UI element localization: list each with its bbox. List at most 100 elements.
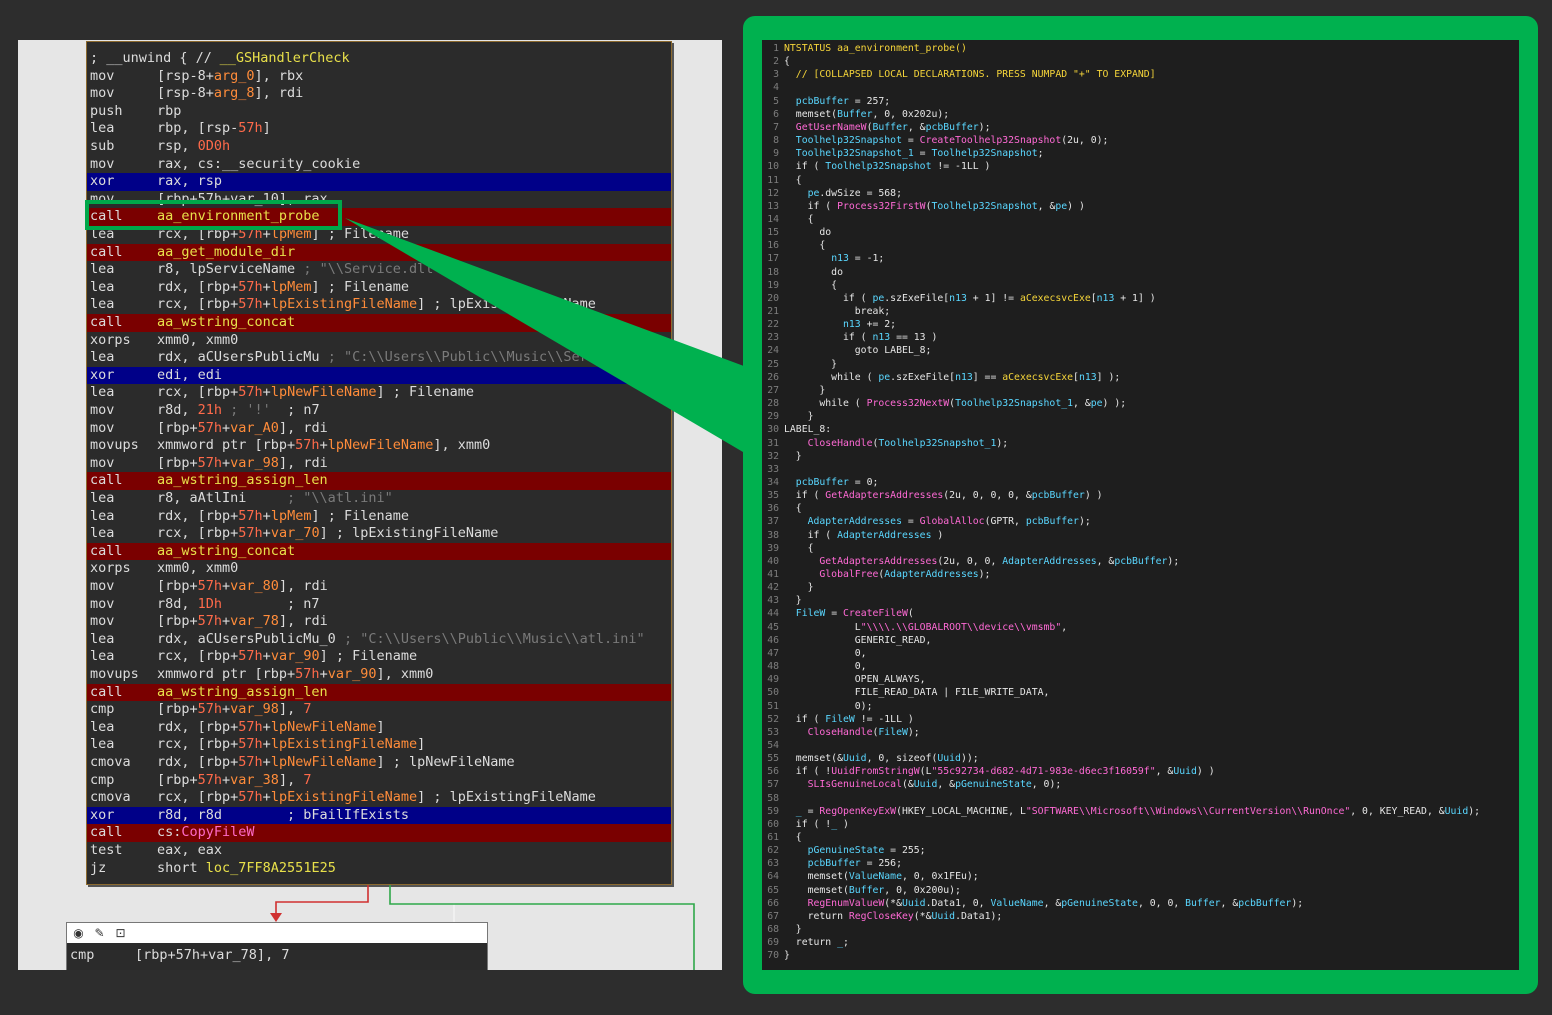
code-token: n13 [872,332,891,344]
code-token: ); [907,726,920,738]
code-text[interactable]: { [784,279,837,292]
code-text[interactable]: if ( pe.szExeFile[n13 + 1] != aCexecsvcE… [784,292,1156,305]
code-text[interactable]: return RegCloseKey(*&Uuid.Data1); [784,910,1003,923]
code-text[interactable]: while ( pe.szExeFile[n13] == aCexecsvcEx… [784,371,1120,384]
code-text[interactable]: FILE_READ_DATA | FILE_WRITE_DATA, [784,686,1050,699]
code-token: AdapterAddresses [1002,555,1097,567]
line-number: 30 [767,424,779,436]
pseudocode-view[interactable]: 1 NTSTATUS aa_environment_probe() 2 {3 // [… [762,40,1519,970]
line-number: 48 [767,661,779,673]
code-text[interactable]: pGenuineState = 255; [784,844,926,857]
code-token: ; [843,937,849,949]
code-text[interactable]: } [784,384,825,397]
code-text[interactable]: pcbBuffer = 257; [784,95,890,108]
code-text[interactable]: if ( !_ ) [784,818,849,831]
code-token: n13 [949,292,967,304]
code-text[interactable]: // [COLLAPSED LOCAL DECLARATIONS. PRESS … [784,68,1156,81]
line-number: 8 [773,135,779,147]
code-token: Uuid [901,897,926,909]
code-token: .Data1); [955,910,1003,922]
code-text[interactable]: OPEN_ALWAYS, [784,673,926,686]
code-text[interactable]: LABEL_8: [784,423,831,436]
code-text[interactable]: if ( AdapterAddresses ) [784,529,944,542]
code-text[interactable]: if ( n13 == 13 ) [784,331,937,344]
code-text[interactable]: 0, [784,660,867,673]
code-token: , & [1073,398,1091,410]
code-token: { [784,240,826,252]
code-text[interactable]: if ( Toolhelp32Snapshot != -1LL ) [784,160,991,173]
code-text[interactable]: memset(Buffer, 0, 0x200u); [784,884,961,897]
code-token: ) [837,818,849,830]
code-token: ); [978,569,991,580]
code-text[interactable]: GENERIC_READ, [784,634,932,647]
code-text[interactable]: n13 += 2; [784,318,896,331]
code-token: } [784,924,802,936]
code-text[interactable]: if ( Process32FirstW(Toolhelp32Snapshot,… [784,200,1085,213]
code-text[interactable]: { [784,502,802,515]
code-text[interactable]: { [784,239,825,252]
code-token: (2u, 0, 0, [937,555,1003,567]
code-token: Buffer [837,108,873,120]
code-text[interactable]: break; [784,305,890,318]
code-text[interactable]: GetAdaptersAddresses(2u, 0, 0, AdapterAd… [784,555,1179,568]
code-text[interactable]: { [784,55,790,68]
code-text[interactable]: L"\\\\.\\GLOBALROOT\\device\\vmsmb", [784,621,1067,634]
code-text[interactable]: Toolhelp32Snapshot = CreateToolhelp32Sna… [784,134,1109,147]
code-text[interactable]: do [784,226,831,239]
code-text[interactable]: return _; [784,936,849,949]
code-text[interactable]: if ( FileW != -1LL ) [784,713,914,726]
code-text[interactable]: FileW = CreateFileW( [784,607,914,620]
code-token: .Data1, 0, [925,897,991,909]
code-token: Toolhelp32Snapshot [931,200,1038,212]
code-text[interactable]: goto LABEL_8; [784,344,932,357]
code-text[interactable]: } [784,594,802,607]
code-text[interactable]: { [784,542,814,555]
code-token: GlobalAlloc [919,516,985,528]
code-text[interactable]: RegEnumValueW(*&Uuid.Data1, 0, ValueName… [784,897,1304,910]
code-token: pGenuineState [1061,897,1138,909]
code-token: = [913,148,932,160]
code-text[interactable]: NTSTATUS aa_environment_probe() [784,42,967,55]
code-text[interactable]: AdapterAddresses = GlobalAlloc(GPTR, pcb… [784,515,1091,528]
code-text[interactable]: pe.dwSize = 568; [784,187,902,200]
code-text[interactable]: GlobalFree(AdapterAddresses); [784,568,990,581]
line-number: 18 [767,266,779,278]
code-text[interactable]: } [784,410,814,423]
code-token: FileW [795,608,826,620]
code-text[interactable]: CloseHandle(Toolhelp32Snapshot_1); [784,437,1009,450]
code-text[interactable]: if ( GetAdaptersAddresses(2u, 0, 0, 0, &… [784,489,1103,502]
code-text[interactable]: } [784,923,802,936]
code-text[interactable]: } [784,358,837,371]
line-number: 44 [767,608,779,620]
code-text[interactable]: Toolhelp32Snapshot_1 = Toolhelp32Snapsho… [784,147,1044,160]
code-text[interactable]: pcbBuffer = 256; [784,857,902,870]
code-text[interactable]: while ( Process32NextW(Toolhelp32Snapsho… [784,397,1126,410]
line-number: 25 [767,358,779,370]
code-text[interactable]: _ = RegOpenKeyExW(HKEY_LOCAL_MACHINE, L"… [784,805,1480,818]
code-text[interactable]: if ( !UuidFromStringW(L"55c92734-d682-4d… [784,765,1215,778]
code-text[interactable]: n13 = -1; [784,252,884,265]
line-number: 59 [767,805,779,817]
code-text[interactable]: memset(&Uuid, 0, sizeof(Uuid)); [784,752,979,765]
code-text[interactable]: memset(ValueName, 0, 0x1FEu); [784,870,979,883]
code-text[interactable]: } [784,581,814,594]
disassembly-graph-view[interactable]: ; __unwind { // __GSHandlerCheck mov [rsp-… [18,40,722,970]
code-token: break; [784,306,891,317]
code-text[interactable]: do [784,266,843,279]
code-text[interactable]: } [784,450,802,463]
code-text[interactable]: } [784,949,790,962]
code-text[interactable]: { [784,831,802,844]
code-text[interactable]: pcbBuffer = 0; [784,476,879,489]
line-number: 43 [767,595,779,607]
code-text[interactable]: SLIsGenuineLocal(&Uuid, &pGenuineState, … [784,778,1062,791]
code-text[interactable]: memset(Buffer, 0, 0x202u); [784,108,949,121]
code-text[interactable]: { [784,174,802,187]
code-text[interactable]: GetUserNameW(Buffer, &pcbBuffer); [784,121,991,134]
line-number: 58 [767,792,779,804]
code-text[interactable]: { [784,213,814,226]
code-text[interactable]: 0); [784,700,873,713]
code-text[interactable]: 0, [784,647,867,660]
code-text[interactable]: CloseHandle(FileW); [784,726,920,739]
